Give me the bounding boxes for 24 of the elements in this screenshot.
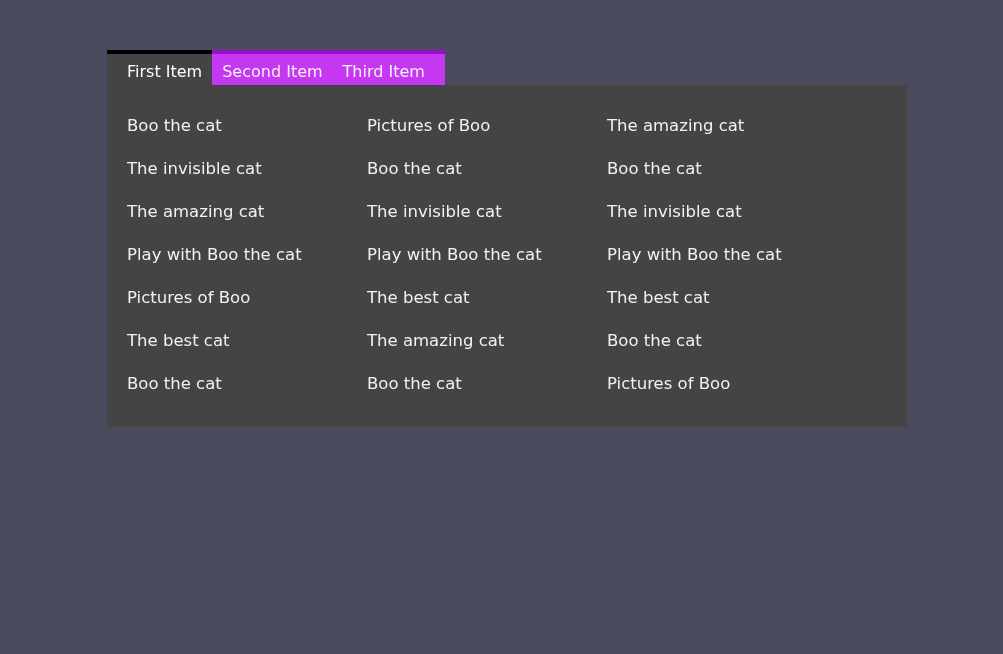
tab[interactable]: Second Item	[212, 50, 333, 85]
menu-link[interactable]: The invisible cat	[367, 190, 502, 233]
tab[interactable]: Third Item	[332, 50, 445, 85]
menu-link[interactable]: Boo the cat	[607, 319, 702, 362]
tab[interactable]: First Item	[107, 50, 213, 85]
menu-link[interactable]: The best cat	[127, 319, 230, 362]
menu-link[interactable]: Boo the cat	[367, 362, 462, 405]
menu-link[interactable]: The amazing cat	[127, 190, 265, 233]
menu-link[interactable]: The amazing cat	[607, 104, 745, 147]
menu-link[interactable]: Boo the cat	[607, 147, 702, 190]
menu-link[interactable]: Boo the cat	[127, 362, 222, 405]
menu-link[interactable]: Boo the cat	[367, 147, 462, 190]
menu-link[interactable]: The invisible cat	[127, 147, 262, 190]
menu-link[interactable]: The best cat	[367, 276, 470, 319]
menu-link[interactable]: The amazing cat	[367, 319, 505, 362]
menu-link[interactable]: Pictures of Boo	[367, 104, 491, 147]
menu-link[interactable]: Play with Boo the cat	[367, 233, 542, 276]
menu-link[interactable]: Pictures of Boo	[607, 362, 731, 405]
menu-link[interactable]: The best cat	[607, 276, 710, 319]
menu-link[interactable]: Pictures of Boo	[127, 276, 251, 319]
menu-link[interactable]: Play with Boo the cat	[127, 233, 302, 276]
menu-link[interactable]: The invisible cat	[607, 190, 742, 233]
menu-link[interactable]: Boo the cat	[127, 104, 222, 147]
menu-link[interactable]: Play with Boo the cat	[607, 233, 782, 276]
